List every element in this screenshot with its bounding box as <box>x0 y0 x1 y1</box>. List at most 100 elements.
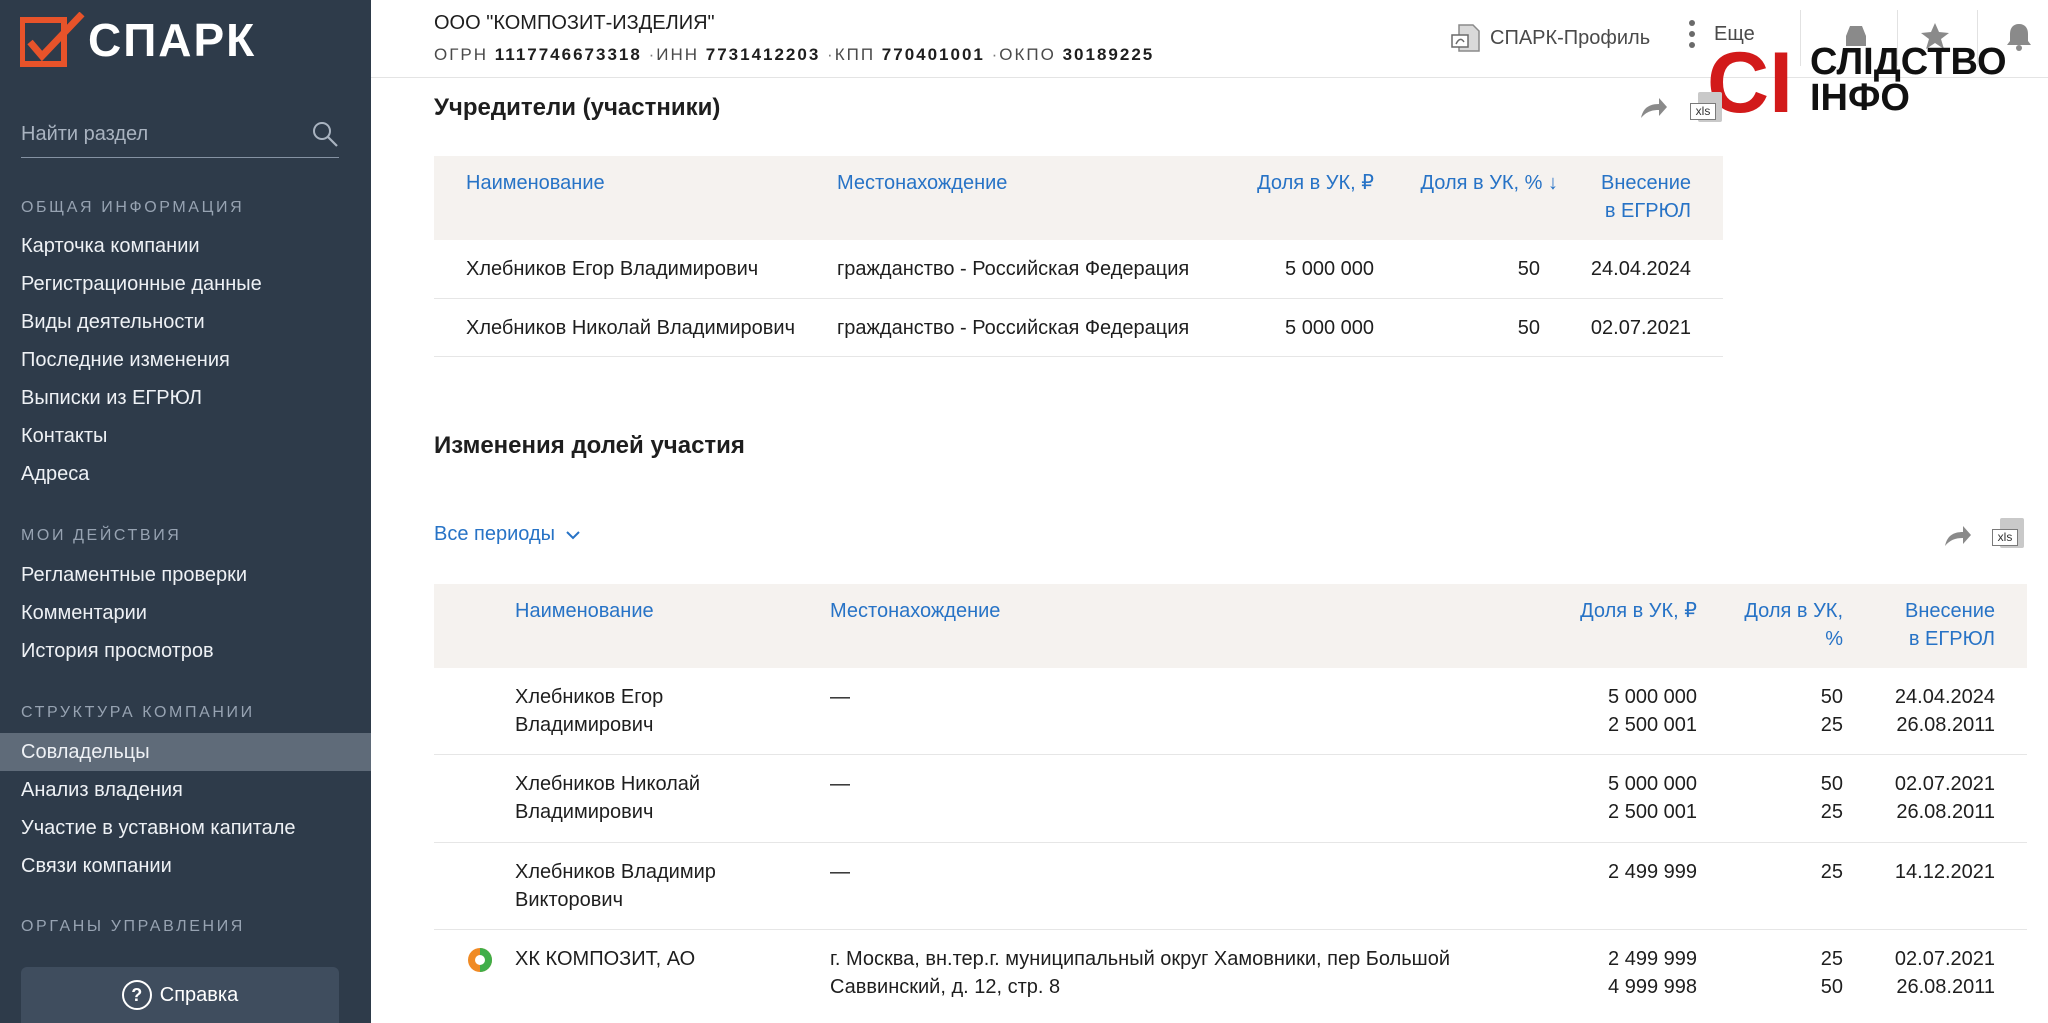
owner-location: г. Москва, вн.тер.г. муниципальный округ… <box>830 948 1451 970</box>
owner-share-rub-prev: 4 999 998 <box>1608 976 1697 998</box>
more-dots-icon <box>1689 20 1695 48</box>
nav-section-structure: СТРУКТУРА КОМПАНИИ <box>21 704 255 721</box>
spark-profile-label: СПАРК-Профиль <box>1490 26 1651 49</box>
owner-name-link[interactable]: Хлебников Николай <box>515 770 700 798</box>
col-share-pct[interactable]: Доля в УК, <box>1701 597 1843 625</box>
owner-name-link-line2[interactable]: Викторович <box>515 886 623 914</box>
spark-profile-link[interactable]: СПАРК-Профиль <box>1450 22 1650 54</box>
nav-item-company-card[interactable]: Карточка компании <box>0 227 371 265</box>
row-divider <box>434 356 1723 357</box>
owner-name-link[interactable]: Хлебников Егор <box>515 683 663 711</box>
owner-date: 02.07.2021 <box>1894 773 1995 795</box>
row-divider <box>434 298 1723 299</box>
owner-share-pct-prev: 50 <box>1820 976 1843 998</box>
owner-date-prev: 26.08.2011 <box>1896 801 1995 823</box>
xls-export-icon[interactable]: xls <box>1690 92 1724 126</box>
owner-name-link[interactable]: ХК КОМПОЗИТ, АО <box>515 945 695 973</box>
owner-location: — <box>830 686 850 708</box>
okpo-value: 30189225 <box>1062 45 1155 64</box>
owner-share-rub-prev: 2 500 001 <box>1608 801 1697 823</box>
nav-item-company-links[interactable]: Связи компании <box>0 847 371 885</box>
id-separator: · <box>827 45 835 64</box>
row-divider <box>434 754 2027 755</box>
nav-section-general: ОБЩАЯ ИНФОРМАЦИЯ <box>21 199 245 216</box>
owner-location: — <box>830 773 850 795</box>
nav-item-comments[interactable]: Комментарии <box>0 594 371 632</box>
period-dropdown[interactable]: Все периоды <box>434 523 581 546</box>
nav-item-co-owners[interactable]: Совладельцы <box>0 733 371 771</box>
founder-share-rub: 5 000 000 <box>1285 317 1374 339</box>
xls-export-icon[interactable]: xls <box>1992 518 2026 552</box>
nav-item-registration[interactable]: Регистрационные данные <box>0 265 371 303</box>
help-button[interactable]: ? Справка <box>21 967 339 1023</box>
owner-location: — <box>830 861 850 883</box>
kpp-label: КПП <box>834 45 876 64</box>
owner-share-rub: 2 499 999 <box>1608 948 1697 970</box>
nav-item-activities[interactable]: Виды деятельности <box>0 303 371 341</box>
share-changes-title: Изменения долей участия <box>434 432 745 459</box>
col-location[interactable]: Местонахождение <box>837 169 1007 197</box>
owner-name-link-line2[interactable]: Владимирович <box>515 711 653 739</box>
slidstvo-info-watermark: СІ СЛІДСТВО ІНФО <box>1707 35 2007 131</box>
help-label: Справка <box>159 983 239 1006</box>
okpo-label: ОКПО <box>999 45 1056 64</box>
spark-logo[interactable]: СПАРК <box>20 10 270 70</box>
nav-item-egrul-extracts[interactable]: Выписки из ЕГРЮЛ <box>0 379 371 417</box>
owner-share-pct: 50 <box>1820 773 1843 795</box>
owner-date: 24.04.2024 <box>1894 686 1995 708</box>
company-identifiers: ОГРН 1117746673318 ·ИНН 7731412203 ·КПП … <box>434 45 1154 65</box>
section-search-input[interactable] <box>21 114 301 154</box>
founder-share-pct: 50 <box>1517 317 1540 339</box>
owner-share-rub: 2 499 999 <box>1608 861 1697 883</box>
help-icon: ? <box>121 980 152 1010</box>
owner-name-link-line2[interactable]: Владимирович <box>515 798 653 826</box>
founder-share-rub: 5 000 000 <box>1285 258 1374 280</box>
row-divider <box>434 842 2027 843</box>
nav-item-view-history[interactable]: История просмотров <box>0 632 371 670</box>
owner-date-prev: 26.08.2011 <box>1896 714 1995 736</box>
col-egrul-date-line2[interactable]: в ЕГРЮЛ <box>1560 197 1691 225</box>
spark-logo-text: СПАРК <box>88 14 257 66</box>
nav-item-contacts[interactable]: Контакты <box>0 417 371 455</box>
col-location[interactable]: Местонахождение <box>830 597 1000 625</box>
slidstvo-info-logo: СІ СЛІДСТВО ІНФО <box>1707 35 2007 131</box>
col-egrul-date[interactable]: Внесение <box>1864 597 1995 625</box>
founder-location: гражданство - Российская Федерация <box>837 317 1190 339</box>
col-share-rub[interactable]: Доля в УК, ₽ <box>1537 597 1697 625</box>
nav-item-addresses[interactable]: Адреса <box>0 455 371 493</box>
inn-label: ИНН <box>656 45 700 64</box>
company-status-icon <box>468 948 492 972</box>
company-name: ООО "КОМПОЗИТ-ИЗДЕЛИЯ" <box>434 12 715 34</box>
col-egrul-date[interactable]: Внесение <box>1560 169 1691 197</box>
col-share-pct-line2[interactable]: % <box>1701 625 1843 653</box>
founder-name-link[interactable]: Хлебников Егор Владимирович <box>466 255 758 283</box>
nav-item-scheduled-checks[interactable]: Регламентные проверки <box>0 556 371 594</box>
xls-tag: xls <box>1992 529 2018 546</box>
chevron-down-icon <box>566 530 580 539</box>
nav-item-ownership-analysis[interactable]: Анализ владения <box>0 771 371 809</box>
founders-title: Учредители (участники) <box>434 94 721 121</box>
col-share-pct-sorted[interactable]: Доля в УК, % ↓ <box>1398 169 1559 197</box>
sidebar: СПАРК ОБЩАЯ ИНФОРМАЦИЯ Карточка компании… <box>0 0 371 1023</box>
share-icon[interactable] <box>1941 520 1973 552</box>
spark-logo-icon <box>20 12 85 67</box>
founder-date: 02.07.2021 <box>1590 317 1691 339</box>
col-share-rub[interactable]: Доля в УК, ₽ <box>1214 169 1374 197</box>
row-divider <box>434 929 2027 930</box>
xls-tag: xls <box>1690 103 1716 120</box>
nav-item-capital-participation[interactable]: Участие в уставном капитале <box>0 809 371 847</box>
col-name[interactable]: Наименование <box>466 169 605 197</box>
owner-date: 02.07.2021 <box>1894 948 1995 970</box>
col-name[interactable]: Наименование <box>515 597 654 625</box>
search-icon[interactable] <box>311 120 339 148</box>
owner-name-link[interactable]: Хлебников Владимир <box>515 858 716 886</box>
bell-icon[interactable] <box>2003 20 2035 52</box>
founder-name-link[interactable]: Хлебников Николай Владимирович <box>466 314 795 342</box>
watermark-line2: ІНФО <box>1810 77 1910 118</box>
nav-item-recent-changes[interactable]: Последние изменения <box>0 341 371 379</box>
share-icon[interactable] <box>1637 92 1669 124</box>
owner-share-pct: 25 <box>1820 948 1843 970</box>
col-egrul-date-line2[interactable]: в ЕГРЮЛ <box>1864 625 1995 653</box>
nav-section-my-actions: МОИ ДЕЙСТВИЯ <box>21 527 182 544</box>
owner-date-prev: 26.08.2011 <box>1896 976 1995 998</box>
